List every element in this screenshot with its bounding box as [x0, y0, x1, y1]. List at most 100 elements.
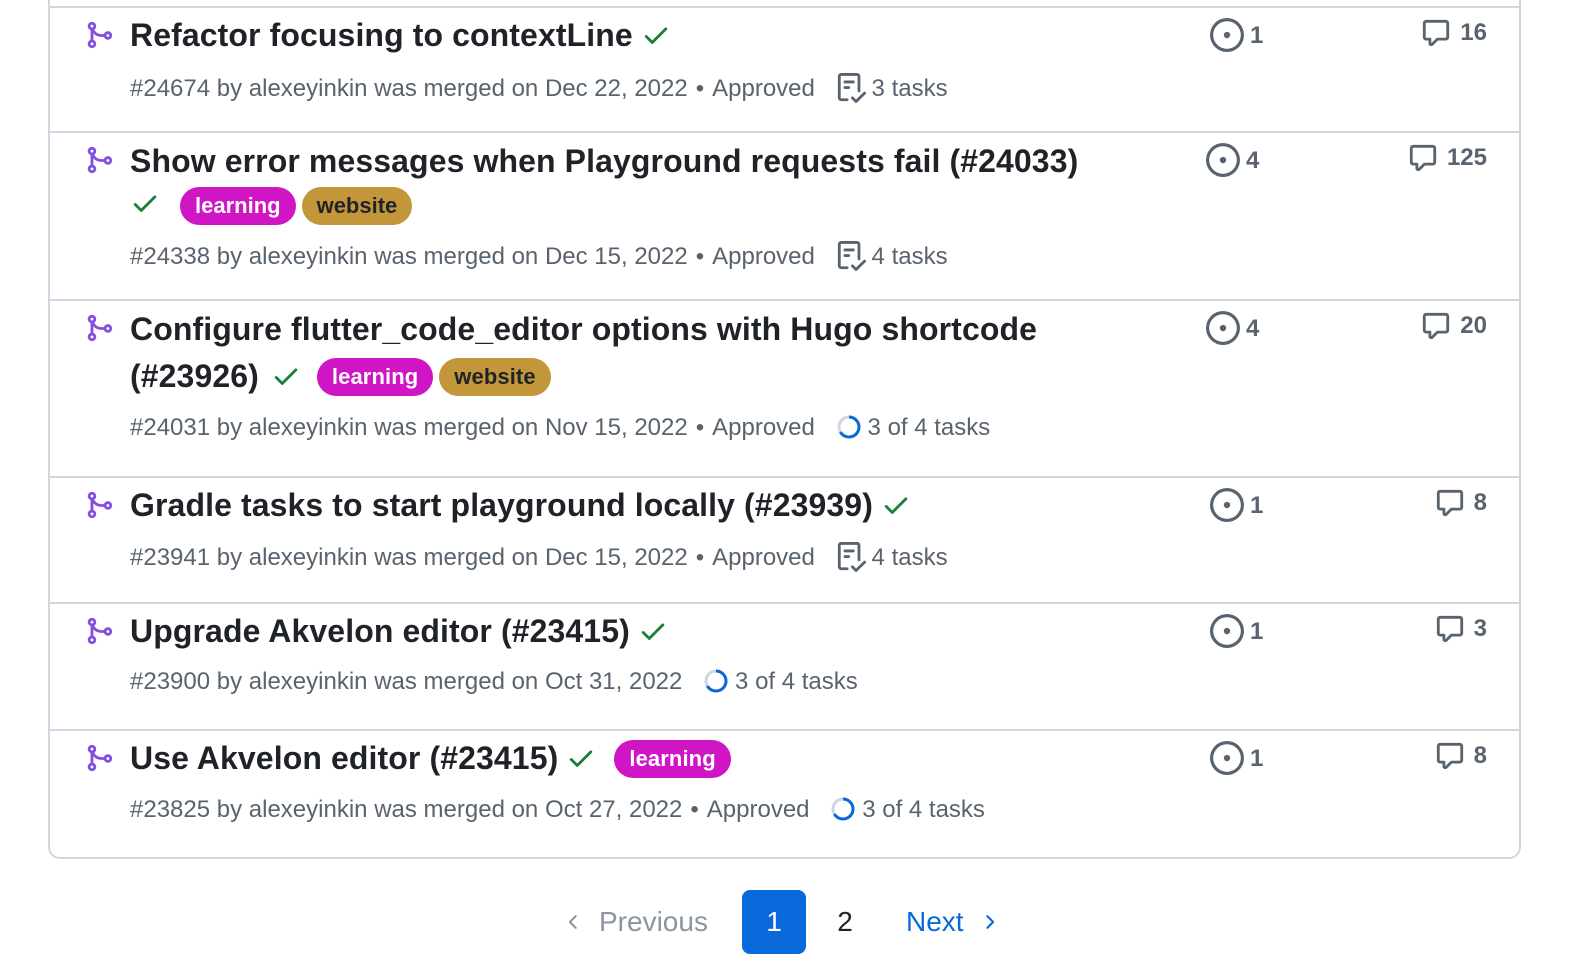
- check-icon[interactable]: [881, 490, 911, 520]
- label-learning[interactable]: learning: [180, 187, 296, 225]
- comment-icon: [1407, 143, 1439, 173]
- issue-opened-icon: [1210, 614, 1244, 648]
- check-icon[interactable]: [566, 743, 596, 773]
- pull-request-row: Upgrade Akvelon editor (#23415) #23900 b…: [50, 602, 1519, 729]
- pull-request-title[interactable]: Gradle tasks to start playground locally…: [130, 487, 873, 523]
- progress-circle-icon: [703, 668, 729, 694]
- linked-issues[interactable]: 1: [1210, 18, 1263, 52]
- pull-request-title[interactable]: Refactor focusing to contextLine: [130, 17, 633, 53]
- pull-request-title-wrap-line-2: (#23926) learning website: [130, 353, 1140, 400]
- author-link[interactable]: alexeyinkin: [249, 796, 368, 823]
- merged-date: was merged on Dec 22, 2022: [374, 75, 688, 102]
- merged-date: was merged on Dec 15, 2022: [374, 243, 688, 270]
- comment-icon: [1420, 311, 1452, 341]
- check-icon[interactable]: [638, 616, 668, 646]
- comments-count: 8: [1473, 742, 1487, 769]
- merged-date: was merged on Dec 15, 2022: [374, 544, 688, 571]
- label-learning[interactable]: learning: [316, 358, 434, 396]
- comment-icon: [1434, 488, 1466, 518]
- task-count: 3 tasks: [871, 75, 948, 102]
- pull-request-title-line-1[interactable]: Configure flutter_code_editor options wi…: [130, 311, 1037, 347]
- git-merge-icon: [84, 743, 114, 773]
- linked-issues-count: 1: [1250, 492, 1264, 519]
- comments-link[interactable]: 125: [1407, 143, 1487, 173]
- linked-issues-count: 1: [1250, 618, 1264, 645]
- review-status[interactable]: Approved: [712, 75, 815, 102]
- pull-request-title-wrap: Gradle tasks to start playground locally…: [130, 482, 1140, 529]
- page-2-button[interactable]: 2: [820, 890, 870, 954]
- linked-issues[interactable]: 1: [1210, 614, 1263, 648]
- git-merge-icon: [84, 145, 114, 175]
- pull-request-row: Gradle tasks to start playground locally…: [50, 476, 1519, 602]
- pull-request-title-wrap: Upgrade Akvelon editor (#23415): [130, 608, 1140, 655]
- linked-issues[interactable]: 4: [1206, 143, 1259, 177]
- pull-request-title-wrap: Configure flutter_code_editor options wi…: [130, 306, 1140, 353]
- page-1-button[interactable]: 1: [742, 890, 806, 954]
- author-link[interactable]: alexeyinkin: [249, 544, 368, 571]
- author-link[interactable]: alexeyinkin: [249, 414, 368, 441]
- task-count: 3 of 4 tasks: [735, 668, 858, 695]
- check-icon[interactable]: [130, 188, 160, 218]
- issue-opened-icon: [1206, 311, 1240, 345]
- merged-date: was merged on Oct 27, 2022: [374, 796, 683, 823]
- task-count: 4 tasks: [871, 544, 948, 571]
- comments-link[interactable]: 20: [1420, 311, 1487, 341]
- label-learning[interactable]: learning: [614, 740, 731, 778]
- check-icon[interactable]: [271, 361, 301, 391]
- pull-request-row: Use Akvelon editor (#23415) learning #238…: [50, 729, 1519, 857]
- review-status[interactable]: Approved: [712, 544, 815, 571]
- linked-issues[interactable]: 1: [1210, 741, 1263, 775]
- tasklist-icon: [836, 72, 866, 104]
- pull-request-meta: #24031 by alexeyinkin was merged on Nov …: [130, 414, 991, 441]
- linked-issues-count: 4: [1246, 315, 1260, 342]
- task-count: 4 tasks: [871, 243, 948, 270]
- comments-count: 125: [1446, 144, 1487, 171]
- issue-opened-icon: [1206, 143, 1240, 177]
- merged-date: was merged on Nov 15, 2022: [374, 414, 688, 441]
- pull-request-meta: #23825 by alexeyinkin was merged on Oct …: [130, 796, 985, 823]
- pull-request-list: Refactor focusing to contextLine #24674 …: [48, 0, 1521, 859]
- pull-request-row: Refactor focusing to contextLine #24674 …: [50, 6, 1519, 131]
- linked-issues-count: 1: [1250, 22, 1264, 49]
- pull-request-title[interactable]: Use Akvelon editor (#23415): [130, 740, 558, 776]
- tasklist-icon: [836, 240, 866, 272]
- previous-label: Previous: [599, 906, 708, 937]
- comments-count: 20: [1460, 312, 1487, 339]
- pull-request-number: #23825: [130, 796, 211, 823]
- pull-request-number: #23900: [130, 668, 211, 695]
- check-icon[interactable]: [641, 20, 671, 50]
- label-website[interactable]: website: [301, 187, 413, 225]
- comments-link[interactable]: 8: [1434, 488, 1487, 518]
- progress-circle-icon: [830, 796, 856, 822]
- git-merge-icon: [84, 616, 114, 646]
- linked-issues[interactable]: 4: [1206, 311, 1259, 345]
- pull-request-title-wrap: Show error messages when Playground requ…: [130, 138, 1140, 185]
- pull-request-meta: #23941 by alexeyinkin was merged on Dec …: [130, 541, 948, 573]
- label-website[interactable]: website: [439, 358, 551, 396]
- pull-request-title-wrap: Use Akvelon editor (#23415) learning: [130, 735, 1140, 782]
- author-link[interactable]: alexeyinkin: [249, 75, 368, 102]
- pull-request-title-line-2[interactable]: (#23926): [130, 358, 259, 394]
- pull-request-number: #23941: [130, 544, 211, 571]
- author-link[interactable]: alexeyinkin: [249, 668, 368, 695]
- linked-issues[interactable]: 1: [1210, 488, 1263, 522]
- author-link[interactable]: alexeyinkin: [249, 243, 368, 270]
- pull-request-title[interactable]: Upgrade Akvelon editor (#23415): [130, 613, 630, 649]
- pull-request-number: #24674: [130, 75, 211, 102]
- comments-link[interactable]: 16: [1420, 18, 1487, 48]
- pull-request-row: Show error messages when Playground requ…: [50, 131, 1519, 299]
- progress-circle-icon: [836, 414, 862, 440]
- linked-issues-count: 1: [1250, 745, 1264, 772]
- review-status[interactable]: Approved: [707, 796, 810, 823]
- review-status[interactable]: Approved: [712, 243, 815, 270]
- next-page-button[interactable]: Next: [906, 904, 1000, 940]
- label-line: learning website: [130, 187, 413, 227]
- git-merge-icon: [84, 313, 114, 343]
- review-status[interactable]: Approved: [712, 414, 815, 441]
- pull-request-title[interactable]: Show error messages when Playground requ…: [130, 143, 1078, 179]
- comments-link[interactable]: 8: [1434, 741, 1487, 771]
- pull-request-meta: #24338 by alexeyinkin was merged on Dec …: [130, 240, 948, 272]
- task-count: 3 of 4 tasks: [862, 796, 985, 823]
- issue-opened-icon: [1210, 488, 1244, 522]
- comments-link[interactable]: 3: [1434, 614, 1487, 644]
